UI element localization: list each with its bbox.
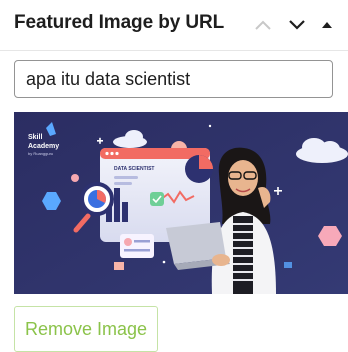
panel-title: Featured Image by URL bbox=[14, 12, 225, 33]
chevron-up-icon bbox=[254, 19, 272, 31]
panel-header: Featured Image by URL bbox=[0, 0, 348, 51]
svg-text:Skill: Skill bbox=[28, 134, 42, 141]
svg-text:Academy: Academy bbox=[28, 143, 59, 150]
image-url-input[interactable] bbox=[14, 60, 333, 98]
featured-image-preview[interactable]: Skill Academy by Ruangguru DATA SCIENTIS… bbox=[14, 112, 348, 294]
svg-text:by Ruangguru: by Ruangguru bbox=[28, 151, 53, 156]
remove-image-button[interactable]: Remove Image bbox=[14, 306, 158, 352]
chevron-down-icon bbox=[288, 19, 306, 31]
svg-text:DATA SCIENTIST: DATA SCIENTIST bbox=[114, 166, 154, 172]
toggle-panel-button[interactable] bbox=[316, 14, 338, 36]
move-up-button[interactable] bbox=[252, 14, 274, 36]
move-down-button[interactable] bbox=[286, 14, 308, 36]
caret-up-icon bbox=[321, 20, 333, 30]
